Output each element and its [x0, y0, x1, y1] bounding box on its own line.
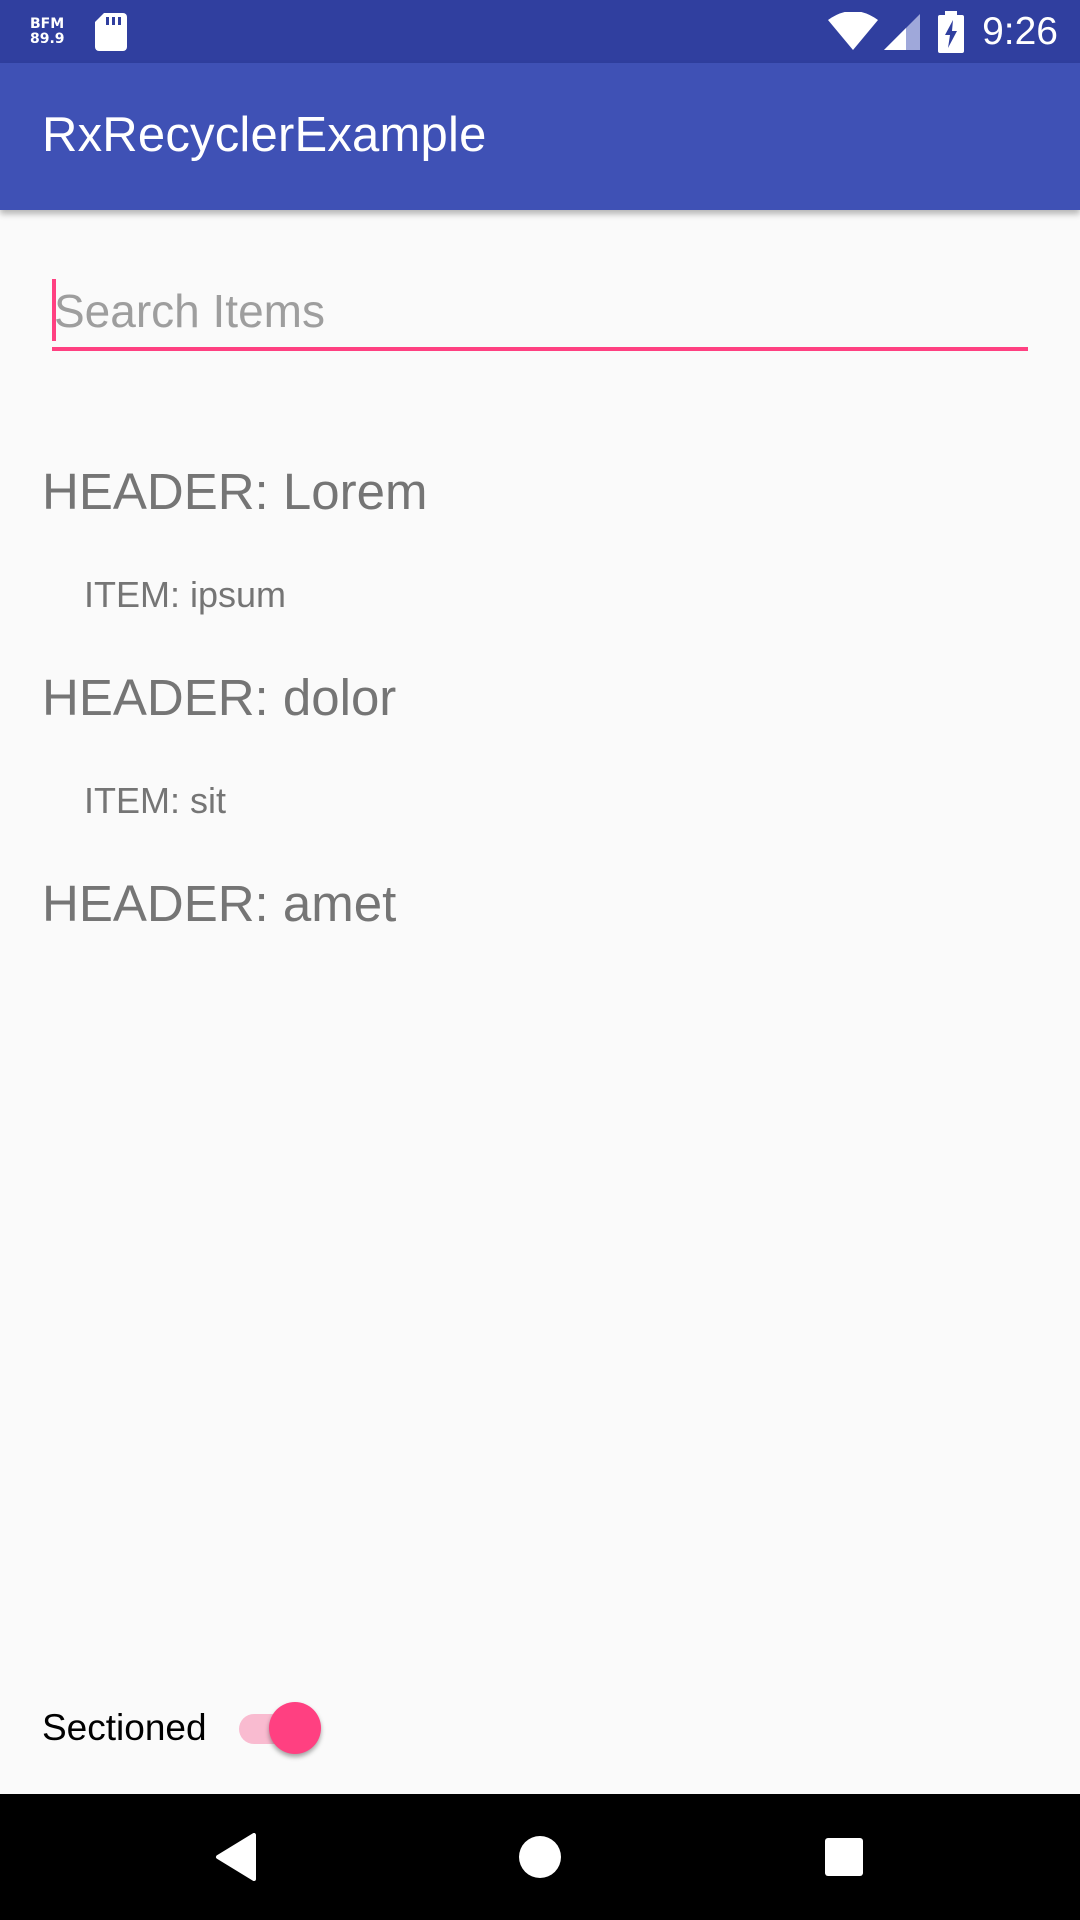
status-right: 9:26: [828, 8, 1058, 56]
back-button[interactable]: [191, 1812, 281, 1902]
search-input[interactable]: [54, 275, 1024, 347]
search-field[interactable]: [52, 275, 1028, 353]
home-button[interactable]: [495, 1812, 585, 1902]
sectioned-label: Sectioned: [42, 1707, 207, 1748]
items-list[interactable]: HEADER: Lorem ITEM: ipsum HEADER: dolor …: [0, 440, 1080, 956]
battery-charging-icon: [938, 11, 965, 53]
text-cursor: [52, 279, 56, 341]
sectioned-switch[interactable]: [238, 1698, 323, 1758]
list-header[interactable]: HEADER: amet: [0, 852, 1080, 956]
status-left: BFM 89.9: [30, 13, 127, 51]
list-header[interactable]: HEADER: dolor: [0, 646, 1080, 750]
radio-frequency-label: 89.9: [30, 31, 65, 47]
radio-notification-icon: BFM 89.9: [30, 17, 65, 47]
list-item[interactable]: ITEM: sit: [0, 750, 1080, 852]
switch-thumb[interactable]: [268, 1702, 321, 1754]
status-time: 9:26: [982, 10, 1058, 53]
recents-button[interactable]: [799, 1812, 889, 1902]
sd-card-icon: [94, 13, 127, 51]
cell-signal-icon: [884, 14, 921, 50]
status-bar: BFM 89.9 9:26: [0, 0, 1080, 63]
wifi-icon: [828, 12, 879, 50]
app-bar: RxRecyclerExample: [0, 63, 1080, 210]
list-item[interactable]: ITEM: ipsum: [0, 544, 1080, 646]
recents-icon: [825, 1838, 863, 1876]
list-header[interactable]: HEADER: Lorem: [0, 440, 1080, 544]
app-title: RxRecyclerExample: [42, 108, 487, 162]
navigation-bar: [0, 1794, 1080, 1920]
sectioned-toggle-row: Sectioned: [42, 1698, 323, 1758]
home-icon: [519, 1836, 561, 1878]
radio-station-label: BFM: [30, 16, 65, 32]
back-icon: [216, 1833, 256, 1881]
search-underline: [52, 347, 1028, 351]
